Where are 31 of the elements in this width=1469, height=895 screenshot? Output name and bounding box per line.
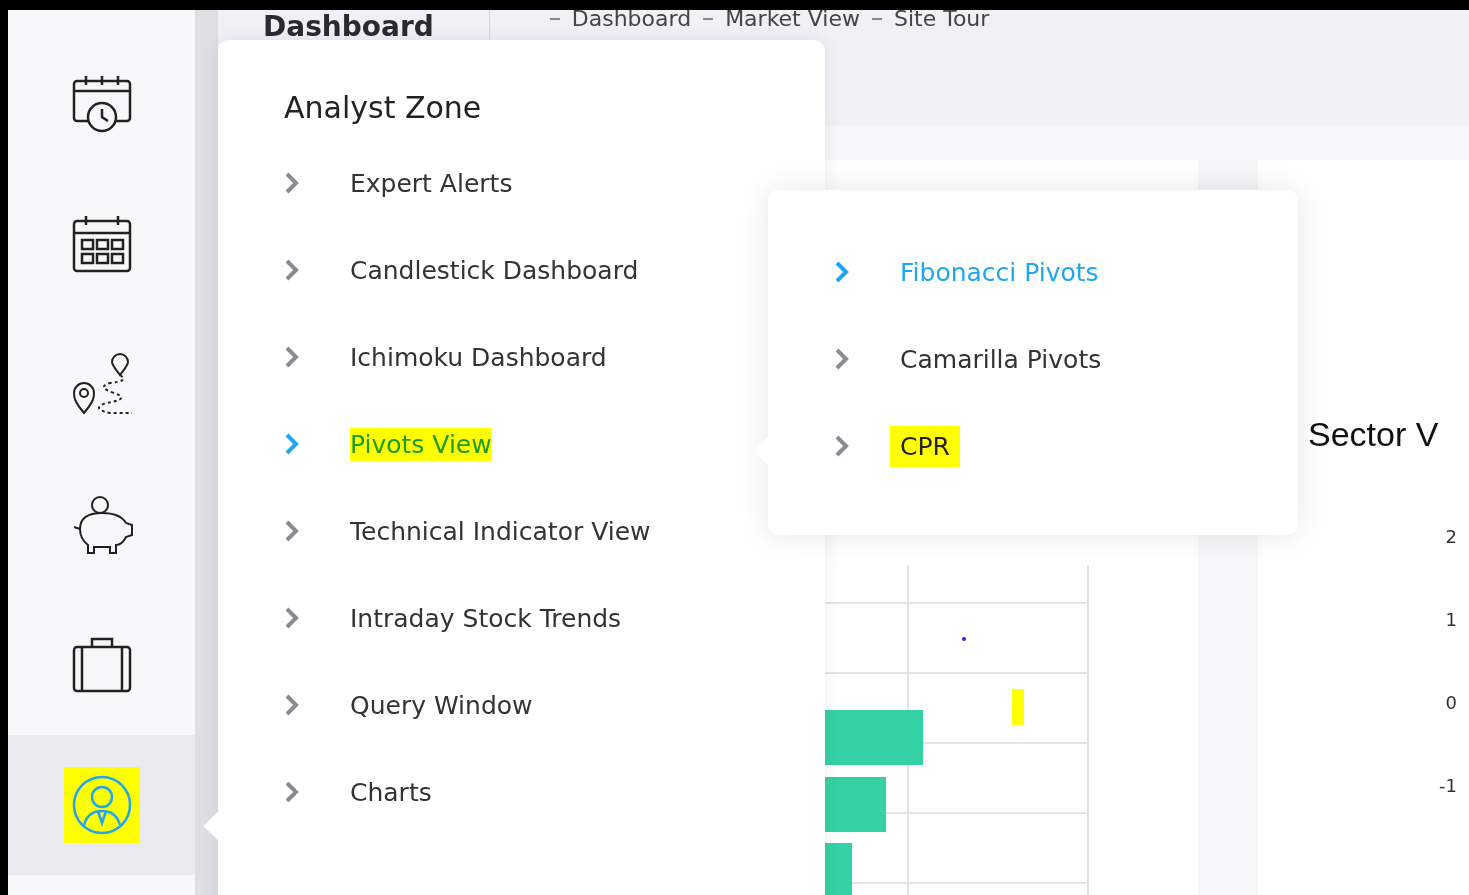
card-title: Sector V bbox=[1308, 415, 1440, 454]
menu-item[interactable]: Charts bbox=[284, 772, 825, 812]
chevron-icon bbox=[284, 606, 300, 630]
breadcrumb-link[interactable]: Site Tour bbox=[893, 10, 990, 31]
menu-item[interactable]: Candlestick Dashboard bbox=[284, 250, 825, 290]
menu-title: Analyst Zone bbox=[284, 90, 483, 125]
chevron-icon bbox=[284, 519, 300, 543]
chevron-icon bbox=[284, 693, 300, 717]
submenu-item[interactable]: CPR bbox=[834, 426, 1298, 466]
menu-item[interactable]: Ichimoku Dashboard bbox=[284, 337, 825, 377]
chevron-icon bbox=[284, 345, 300, 369]
menu-item[interactable]: Technical Indicator View bbox=[284, 511, 825, 551]
breadcrumb-link[interactable]: Dashboard bbox=[571, 10, 692, 31]
submenu-item[interactable]: Camarilla Pivots bbox=[834, 339, 1298, 379]
axis-tick-label: 0 bbox=[1445, 692, 1457, 713]
data-point bbox=[962, 637, 966, 641]
chevron-icon bbox=[834, 260, 850, 284]
menu-item[interactable]: Intraday Stock Trends bbox=[284, 598, 825, 638]
chevron-icon bbox=[834, 434, 850, 458]
chevron-icon bbox=[284, 780, 300, 804]
axis-tick-label: 2 bbox=[1445, 526, 1457, 547]
chevron-icon bbox=[284, 171, 300, 195]
axis-tick-label: 1 bbox=[1445, 609, 1457, 630]
menu-item[interactable]: Query Window bbox=[284, 685, 825, 725]
highlight-mark bbox=[1012, 689, 1024, 725]
menu-item[interactable]: Expert Alerts bbox=[284, 163, 825, 203]
chevron-icon bbox=[284, 258, 300, 282]
chevron-icon bbox=[834, 347, 850, 371]
axis-tick-label: -1 bbox=[1439, 775, 1457, 796]
breadcrumb-link[interactable]: Market View bbox=[725, 10, 860, 31]
chevron-icon bbox=[284, 432, 300, 456]
